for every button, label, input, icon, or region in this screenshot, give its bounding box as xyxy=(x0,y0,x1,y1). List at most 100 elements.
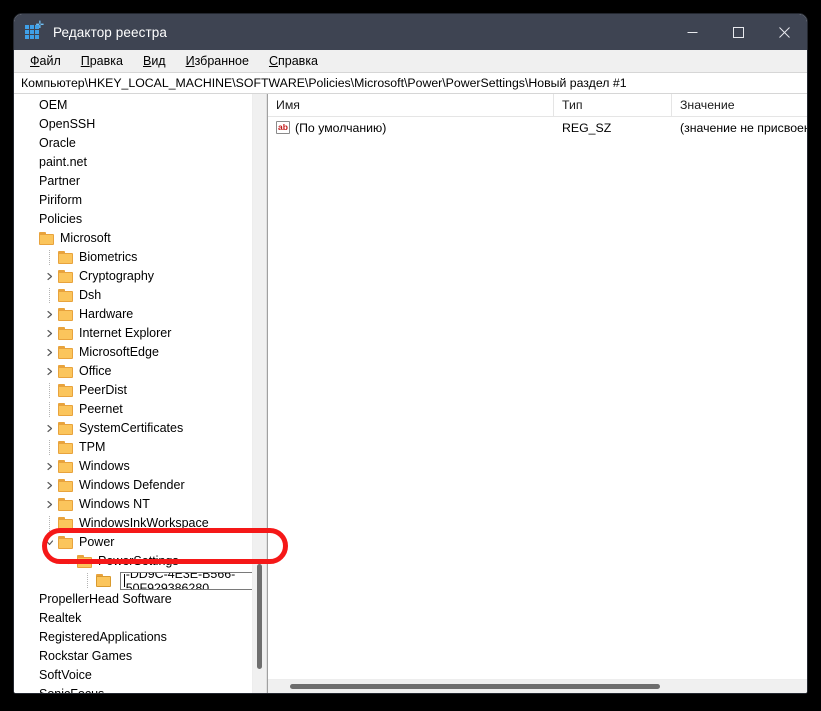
tree-node[interactable]: OpenSSH xyxy=(14,115,252,134)
tree-node[interactable]: Peernet xyxy=(14,400,252,419)
address-bar[interactable]: Компьютер\HKEY_LOCAL_MACHINE\SOFTWARE\Po… xyxy=(14,72,807,94)
column-header-label: Тип xyxy=(562,98,583,112)
tree-scrollbar-thumb[interactable] xyxy=(257,564,262,669)
minimize-button[interactable] xyxy=(669,14,715,50)
folder-icon xyxy=(58,422,74,435)
tree-node-label: SonicFocus xyxy=(39,685,104,693)
tree-node[interactable]: OEM xyxy=(14,96,252,115)
maximize-button[interactable] xyxy=(715,14,761,50)
registry-editor-icon: ✛ xyxy=(25,21,44,41)
tree-node[interactable]: TPM xyxy=(14,438,252,457)
tree-line-marker xyxy=(41,383,58,398)
tree-node-label: Oracle xyxy=(39,136,76,150)
value-type-cell: REG_SZ xyxy=(562,120,612,135)
tree-line-marker xyxy=(41,440,58,455)
folder-icon xyxy=(58,441,74,454)
tree-node[interactable]: PropellerHead Software xyxy=(14,590,252,609)
chevron-right-icon[interactable] xyxy=(41,348,58,357)
column-header-1[interactable]: Тип xyxy=(554,94,672,116)
tree-node[interactable]: Policies xyxy=(14,210,252,229)
menu-item-2[interactable]: Вид xyxy=(143,54,166,68)
tree-node[interactable]: Piriform xyxy=(14,191,252,210)
folder-icon xyxy=(58,498,74,511)
tree-node-label: MicrosoftEdge xyxy=(79,345,159,359)
chevron-down-icon[interactable] xyxy=(60,557,77,566)
tree-node[interactable]: Partner xyxy=(14,172,252,191)
tree-node-label: Windows Defender xyxy=(79,478,185,492)
folder-icon xyxy=(58,327,74,340)
menu-item-label: збранное xyxy=(194,53,249,68)
tree-node[interactable]: Internet Explorer xyxy=(14,324,252,343)
tree-node[interactable]: Windows xyxy=(14,457,252,476)
folder-icon xyxy=(58,479,74,492)
chevron-right-icon[interactable] xyxy=(41,462,58,471)
registry-tree[interactable]: OEM OpenSSH Oracle paint.net Partner Piriform… xyxy=(14,94,252,693)
menu-accel: Ф xyxy=(30,53,40,68)
value-data-cell: (значение не присвоено) xyxy=(680,120,807,135)
values-column-headers: Имя Тип Значение xyxy=(268,94,807,117)
tree-node[interactable]: paint.net xyxy=(14,153,252,172)
menu-accel: И xyxy=(185,53,195,68)
chevron-right-icon[interactable] xyxy=(41,424,58,433)
column-header-0[interactable]: Имя xyxy=(268,94,554,116)
registry-editor-window: ✛ Редактор реестра Файл Правка Вид Избранно… xyxy=(14,14,807,693)
tree-node[interactable]: Biometrics xyxy=(14,248,252,267)
chevron-right-icon[interactable] xyxy=(41,367,58,376)
tree-node[interactable]: Cryptography xyxy=(14,267,252,286)
table-row[interactable]: ab (По умолчанию) REG_SZ (значение не присв… xyxy=(268,117,807,138)
folder-icon xyxy=(58,517,74,530)
tree-vertical-scrollbar[interactable] xyxy=(252,94,266,693)
tree-node[interactable]: Rockstar Games xyxy=(14,647,252,666)
tree-node-label: Internet Explorer xyxy=(79,326,172,340)
tree-line-marker xyxy=(41,250,58,265)
tree-node[interactable]: Oracle xyxy=(14,134,252,153)
tree-node[interactable]: WindowsInkWorkspace xyxy=(14,514,252,533)
tree-node[interactable]: SystemCertificates xyxy=(14,419,252,438)
tree-node-label: Policies xyxy=(39,212,83,226)
tree-node[interactable]: Dsh xyxy=(14,286,252,305)
folder-icon xyxy=(58,536,74,549)
chevron-right-icon[interactable] xyxy=(41,272,58,281)
tree-node[interactable]: MicrosoftEdge xyxy=(14,343,252,362)
rename-key-input[interactable]: -DD9C-4E3E-B566-50F929386280 xyxy=(120,571,252,590)
tree-node-label: Rockstar Games xyxy=(39,649,133,663)
menu-item-label: правка xyxy=(278,53,319,68)
chevron-right-icon[interactable] xyxy=(41,329,58,338)
tree-line-marker xyxy=(79,573,96,588)
tree-node[interactable]: Windows NT xyxy=(14,495,252,514)
tree-node[interactable]: RegisteredApplications xyxy=(14,628,252,647)
menu-item-1[interactable]: Правка xyxy=(81,54,123,68)
title-bar[interactable]: ✛ Редактор реестра xyxy=(14,14,807,50)
tree-node-label: Dsh xyxy=(79,288,102,302)
tree-node[interactable]: PowerSettings xyxy=(14,552,252,571)
values-horizontal-scrollbar[interactable] xyxy=(268,679,807,693)
tree-node[interactable]: Hardware xyxy=(14,305,252,324)
chevron-right-icon[interactable] xyxy=(41,481,58,490)
registry-tree-pane: OEM OpenSSH Oracle paint.net Partner Piriform… xyxy=(14,94,267,693)
menu-item-3[interactable]: Избранное xyxy=(186,54,249,68)
tree-node-label: SoftVoice xyxy=(39,668,92,682)
chevron-right-icon[interactable] xyxy=(41,310,58,319)
tree-node-label: Piriform xyxy=(39,193,83,207)
values-scrollbar-thumb[interactable] xyxy=(290,684,660,689)
tree-node[interactable]: SonicFocus xyxy=(14,685,252,693)
tree-node[interactable]: Realtek xyxy=(14,609,252,628)
tree-node[interactable]: Office xyxy=(14,362,252,381)
tree-node[interactable]: Power xyxy=(14,533,252,552)
menu-accel: С xyxy=(268,53,278,68)
menu-item-label: равка xyxy=(89,53,123,68)
chevron-down-icon[interactable] xyxy=(41,538,58,547)
chevron-right-icon[interactable] xyxy=(41,500,58,509)
values-rows[interactable]: ab (По умолчанию) REG_SZ (значение не присв… xyxy=(268,117,807,679)
tree-node[interactable]: SoftVoice xyxy=(14,666,252,685)
tree-node[interactable]: Microsoft xyxy=(14,229,252,248)
tree-node[interactable]: PeerDist xyxy=(14,381,252,400)
close-button[interactable] xyxy=(761,14,807,50)
tree-node-label: Biometrics xyxy=(79,250,138,264)
menu-item-4[interactable]: Справка xyxy=(269,54,318,68)
column-header-2[interactable]: Значение xyxy=(672,94,807,116)
tree-node[interactable]: Windows Defender xyxy=(14,476,252,495)
tree-node-label: Microsoft xyxy=(60,231,111,245)
menu-item-label: айл xyxy=(39,53,61,68)
menu-item-0[interactable]: Файл xyxy=(30,54,61,68)
